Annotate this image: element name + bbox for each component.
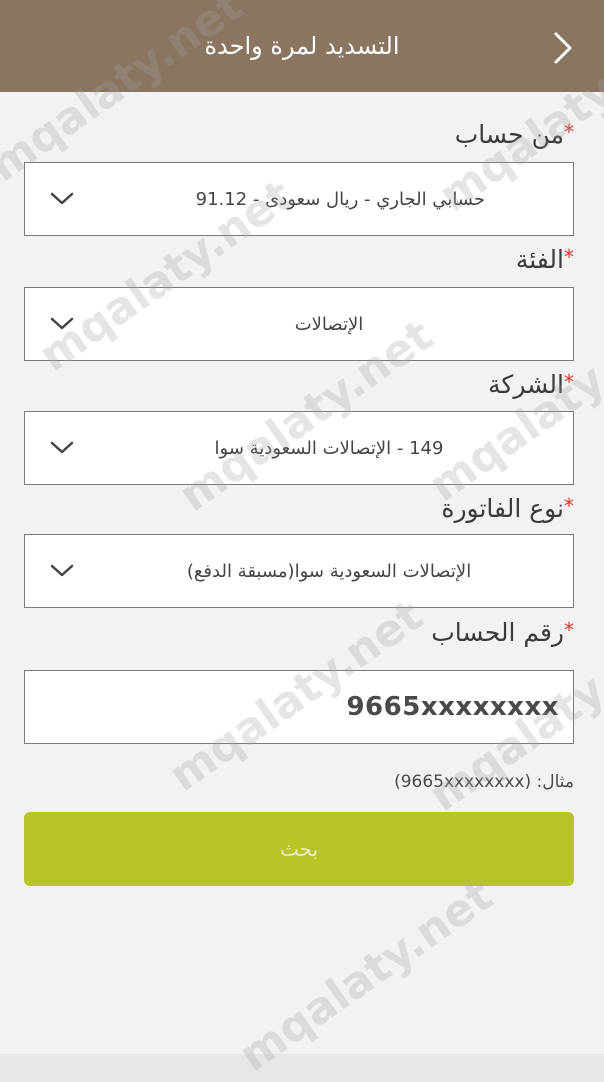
chevron-down-icon	[49, 314, 75, 334]
required-mark: *	[564, 494, 574, 518]
company-select[interactable]: 149 - الإتصالات السعودية سوا	[24, 411, 574, 485]
from-account-select[interactable]: حسابي الجاري - ريال سعودى - 91.12	[24, 162, 574, 236]
chevron-down-icon	[49, 561, 75, 581]
company-label: *الشركة	[488, 370, 574, 399]
chevron-down-icon	[49, 438, 75, 458]
account-number-example: مثال: (9665xxxxxxxx)	[394, 772, 574, 792]
bill-type-select[interactable]: الإتصالات السعودية سوا(مسبقة الدفع)	[24, 534, 574, 608]
header-bar: التسديد لمرة واحدة	[0, 0, 604, 92]
company-value: 149 - الإتصالات السعودية سوا	[214, 437, 444, 459]
required-mark: *	[564, 120, 574, 144]
bill-type-value: الإتصالات السعودية سوا(مسبقة الدفع)	[186, 560, 472, 582]
required-mark: *	[564, 618, 574, 642]
chevron-right-icon	[554, 32, 572, 64]
search-button[interactable]: بحث	[24, 812, 574, 886]
page-title: التسديد لمرة واحدة	[204, 32, 400, 60]
category-value: الإتصالات	[294, 313, 364, 335]
required-mark: *	[564, 370, 574, 394]
required-mark: *	[564, 245, 574, 269]
back-button[interactable]	[546, 28, 580, 68]
from-account-value: حسابي الجاري - ريال سعودى - 91.12	[195, 188, 485, 210]
account-number-input[interactable]: 9665xxxxxxxx	[24, 670, 574, 744]
account-number-label: *رقم الحساب	[431, 618, 574, 647]
from-account-label: *من حساب	[454, 120, 574, 149]
bill-type-label: *نوع الفاتورة	[441, 494, 574, 523]
category-label: *الفئة	[515, 245, 574, 274]
category-select[interactable]: الإتصالات	[24, 287, 574, 361]
chevron-down-icon	[49, 189, 75, 209]
account-number-value: 9665xxxxxxxx	[346, 692, 559, 722]
